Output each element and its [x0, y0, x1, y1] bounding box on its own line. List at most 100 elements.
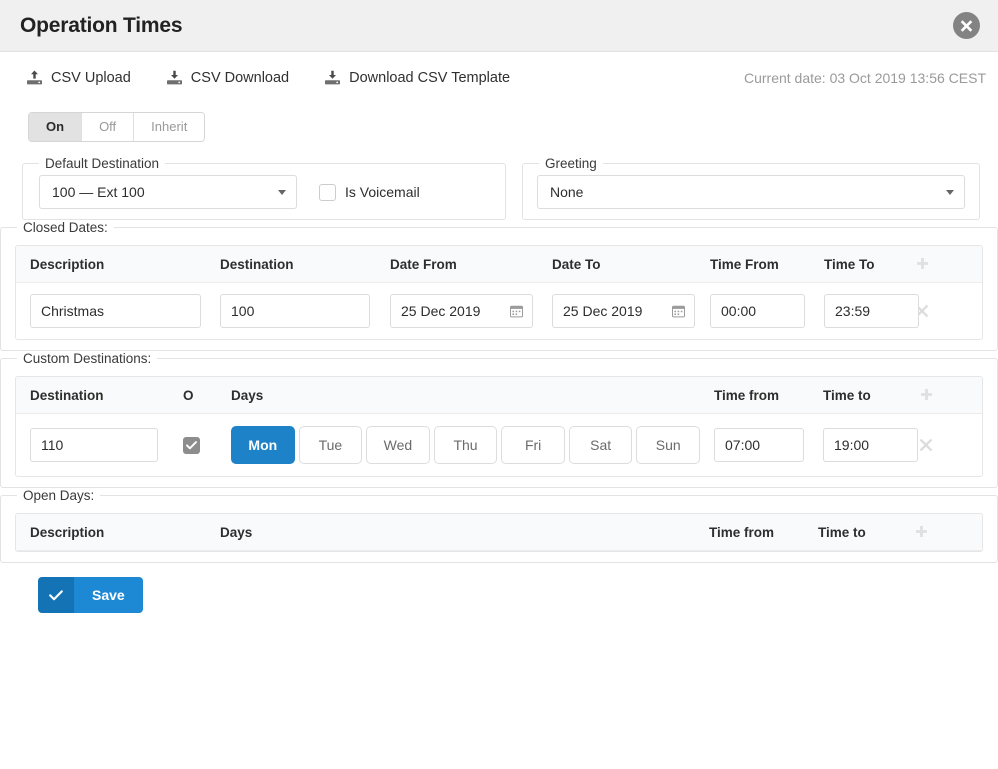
col-o: O	[183, 387, 194, 403]
default-destination-legend: Default Destination	[45, 156, 160, 171]
chevron-down-icon	[278, 189, 286, 195]
col-time-to: Time to	[823, 387, 871, 403]
col-time-from: Time from	[709, 524, 775, 540]
custom-destination-time-to-value: 19:00	[834, 437, 870, 453]
day-toggle-wed[interactable]: Wed	[366, 426, 430, 464]
check-icon	[38, 577, 74, 613]
custom-destinations-legend: Custom Destinations:	[23, 351, 152, 366]
col-time-from: Time From	[710, 256, 779, 272]
closed-date-description-input[interactable]: Christmas	[30, 294, 201, 328]
table-row: Christmas 100 25 Dec 2019 25 Dec 2019 00…	[16, 283, 982, 339]
closed-dates-header-row: Description Destination Date From Date T…	[16, 246, 982, 283]
greeting-value: None	[550, 184, 584, 200]
custom-destination-input[interactable]: 110	[30, 428, 158, 462]
closed-date-date-from-input[interactable]: 25 Dec 2019	[390, 294, 533, 328]
remove-x-icon	[919, 438, 933, 452]
closed-date-time-to-input[interactable]: 23:59	[824, 294, 919, 328]
plus-icon	[919, 388, 934, 403]
download-icon	[324, 70, 341, 86]
col-description: Description	[30, 524, 105, 540]
open-days-legend: Open Days:	[23, 488, 95, 503]
save-button-label: Save	[74, 577, 143, 613]
default-destination-select[interactable]: 100 — Ext 100	[39, 175, 297, 209]
open-days-add-row-button[interactable]	[899, 525, 943, 540]
col-date-from: Date From	[390, 256, 457, 272]
closed-date-time-to-value: 23:59	[835, 303, 871, 319]
plus-icon	[915, 257, 930, 272]
state-toggle-container: On Off Inherit	[0, 104, 998, 142]
plus-icon	[914, 525, 929, 540]
closed-date-time-from-input[interactable]: 00:00	[710, 294, 805, 328]
greeting-fieldset: Greeting None	[522, 156, 980, 220]
checkbox-box-checked	[183, 436, 200, 454]
greeting-legend: Greeting	[545, 156, 597, 171]
closed-date-destination-value: 100	[231, 303, 255, 319]
col-time-to: Time to	[818, 524, 866, 540]
day-toggle-fri[interactable]: Fri	[501, 426, 565, 464]
csv-toolbar: CSV Upload CSV Download Download CSV Tem…	[0, 52, 998, 104]
csv-upload-button[interactable]: CSV Upload	[26, 70, 131, 86]
col-days: Days	[231, 387, 264, 403]
day-toggle-sat[interactable]: Sat	[568, 426, 633, 464]
col-time-to: Time To	[824, 256, 875, 272]
custom-destination-time-from-input[interactable]: 07:00	[714, 428, 804, 462]
modal-header: Operation Times	[0, 0, 998, 52]
default-destination-fieldset: Default Destination 100 — Ext 100 Is Voi…	[22, 156, 506, 220]
closed-dates-add-row-button[interactable]	[900, 257, 944, 272]
closed-dates-fieldset: Closed Dates: Description Destination Da…	[0, 220, 998, 351]
csv-upload-label: CSV Upload	[51, 70, 131, 86]
csv-download-button[interactable]: CSV Download	[166, 70, 289, 86]
closed-date-description-value: Christmas	[41, 303, 105, 319]
checkbox-box	[319, 183, 336, 201]
open-days-fieldset: Open Days: Description Days Time from Ti…	[0, 488, 998, 563]
col-time-from: Time from	[714, 387, 780, 403]
col-destination: Destination	[30, 387, 104, 403]
table-row: 110 Mon Tue Wed Thu Fri Sat Sun 07:00 19…	[16, 414, 982, 476]
default-destination-value: 100 — Ext 100	[52, 184, 145, 200]
state-option-on[interactable]: On	[29, 113, 83, 141]
day-toggle-thu[interactable]: Thu	[433, 426, 498, 464]
closed-date-date-to-value: 25 Dec 2019	[563, 303, 643, 319]
closed-dates-legend: Closed Dates:	[23, 220, 108, 235]
closed-date-date-from-value: 25 Dec 2019	[401, 303, 481, 319]
day-toggle-mon[interactable]: Mon	[231, 426, 295, 464]
csv-template-button[interactable]: Download CSV Template	[324, 70, 510, 86]
is-voicemail-checkbox[interactable]: Is Voicemail	[319, 183, 420, 201]
close-icon[interactable]	[953, 12, 980, 39]
day-toggle-tue[interactable]: Tue	[298, 426, 363, 464]
col-destination: Destination	[220, 256, 294, 272]
closed-date-date-to-input[interactable]: 25 Dec 2019	[552, 294, 695, 328]
custom-destination-time-to-input[interactable]: 19:00	[823, 428, 918, 462]
upload-icon	[26, 70, 43, 86]
custom-destination-o-checkbox[interactable]	[169, 436, 217, 454]
col-days: Days	[220, 524, 253, 540]
csv-template-label: Download CSV Template	[349, 70, 511, 86]
download-icon	[166, 70, 183, 86]
footer-actions: Save	[0, 563, 998, 613]
closed-date-destination-input[interactable]: 100	[220, 294, 370, 328]
custom-destinations-table: Destination O Days Time from Time to 110	[15, 376, 983, 477]
greeting-select[interactable]: None	[537, 175, 965, 209]
is-voicemail-label: Is Voicemail	[345, 184, 420, 200]
day-toggle-group: Mon Tue Wed Thu Fri Sat Sun	[231, 426, 701, 464]
open-days-header-row: Description Days Time from Time to	[16, 514, 982, 551]
state-option-inherit[interactable]: Inherit	[134, 113, 205, 141]
calendar-icon[interactable]	[672, 305, 685, 318]
current-date-text: Current date: 03 Oct 2019 13:56 CEST	[743, 70, 986, 86]
custom-destination-value: 110	[41, 437, 64, 453]
closed-dates-table: Description Destination Date From Date T…	[15, 245, 983, 340]
state-option-off[interactable]: Off	[82, 113, 135, 141]
save-button[interactable]: Save	[38, 577, 143, 613]
state-toggle-group: On Off Inherit	[28, 112, 206, 142]
destination-greeting-row: Default Destination 100 — Ext 100 Is Voi…	[0, 142, 998, 220]
calendar-icon[interactable]	[510, 305, 523, 318]
csv-download-label: CSV Download	[190, 70, 290, 86]
page-title: Operation Times	[20, 13, 183, 37]
custom-destinations-header-row: Destination O Days Time from Time to	[16, 377, 982, 414]
open-days-table: Description Days Time from Time to	[15, 513, 983, 552]
col-description: Description	[30, 256, 105, 272]
custom-destinations-add-row-button[interactable]	[904, 388, 948, 403]
closed-date-time-from-value: 00:00	[721, 303, 757, 319]
day-toggle-sun[interactable]: Sun	[636, 426, 701, 464]
col-date-to: Date To	[552, 256, 601, 272]
